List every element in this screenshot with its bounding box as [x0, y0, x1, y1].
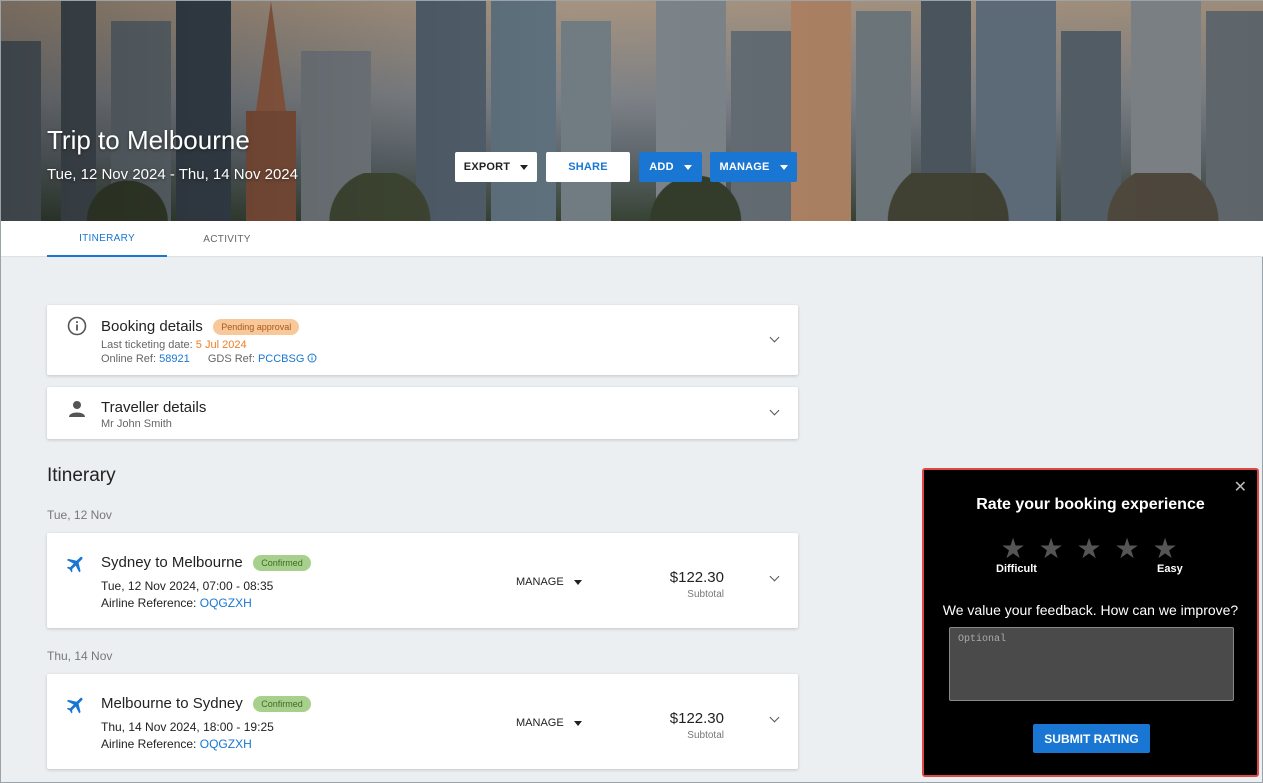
airline-ref-label: Airline Reference: — [101, 737, 197, 751]
refs-row: Online Ref: 58921 GDS Ref: PCCBSG — [101, 353, 317, 365]
airline-ref-link[interactable]: OQGZXH — [200, 596, 252, 610]
airplane-icon — [66, 556, 83, 573]
close-icon[interactable]: ✕ — [1234, 477, 1247, 497]
segment-price: $122.30 — [669, 710, 724, 727]
rating-title: Rate your booking experience — [976, 496, 1205, 513]
star-4-icon[interactable]: ★ — [1114, 535, 1140, 563]
flight-segment-card[interactable]: Sydney to Melbourne Confirmed Tue, 12 No… — [47, 533, 798, 628]
export-button-label: EXPORT — [463, 161, 511, 173]
flight-segment-card[interactable]: Melbourne to Sydney Confirmed Thu, 14 No… — [47, 674, 798, 769]
rating-panel: ✕ Rate your booking experience ★ ★ ★ ★ ★… — [922, 468, 1259, 777]
person-icon — [69, 401, 85, 417]
last-ticketing-date: 5 Jul 2024 — [195, 339, 247, 351]
add-button-label: ADD — [649, 161, 674, 173]
caret-down-icon — [520, 164, 529, 170]
airline-ref-label: Airline Reference: — [101, 596, 197, 610]
manage-trip-button-label: MANAGE — [719, 161, 770, 173]
trip-title: Trip to Melbourne — [47, 125, 250, 155]
day-label: Tue, 12 Nov — [47, 508, 112, 522]
gds-ref-label: GDS Ref: — [207, 353, 255, 365]
segment-subtotal-label: Subtotal — [687, 589, 724, 600]
caret-down-icon — [779, 164, 788, 170]
hero-banner: Trip to Melbourne Tue, 12 Nov 2024 - Thu… — [1, 1, 1263, 221]
airplane-icon — [66, 697, 83, 714]
caret-down-icon — [573, 720, 582, 726]
day-label: Thu, 14 Nov — [47, 649, 113, 663]
add-button[interactable]: ADD — [639, 152, 702, 182]
feedback-textarea[interactable]: Optional — [949, 627, 1234, 701]
rating-high-label: Easy — [1157, 563, 1183, 575]
caret-down-icon — [573, 579, 582, 585]
hero-overlay — [1, 1, 1263, 221]
airline-ref-row: Airline Reference: OQGZXH — [101, 737, 252, 751]
traveller-details-card[interactable]: Traveller details Mr John Smith — [47, 387, 798, 439]
traveller-name: Mr John Smith — [101, 418, 172, 430]
star-rating: ★ ★ ★ ★ ★ — [1000, 535, 1178, 563]
flight-route: Melbourne to Sydney — [101, 695, 243, 712]
rating-low-label: Difficult — [996, 563, 1037, 575]
segment-price: $122.30 — [669, 569, 724, 586]
star-1-icon[interactable]: ★ — [1000, 535, 1026, 563]
feedback-question: We value your feedback. How can we impro… — [942, 602, 1239, 618]
flight-route: Sydney to Melbourne — [101, 554, 243, 571]
airline-ref-row: Airline Reference: OQGZXH — [101, 596, 252, 610]
traveller-details-title: Traveller details — [101, 399, 207, 416]
booking-details-card[interactable]: Booking details Pending approval Last ti… — [47, 305, 798, 375]
airline-ref-link[interactable]: OQGZXH — [200, 737, 252, 751]
star-5-icon[interactable]: ★ — [1152, 535, 1178, 563]
confirmed-status-badge: Confirmed — [253, 554, 311, 571]
info-icon — [67, 316, 87, 336]
tab-activity[interactable]: ACTIVITY — [167, 221, 287, 257]
chevron-down-icon[interactable] — [769, 332, 780, 343]
segment-manage-label: MANAGE — [516, 576, 564, 588]
chevron-down-icon[interactable] — [769, 405, 780, 416]
share-button-label: SHARE — [568, 161, 608, 173]
flight-datetime: Thu, 14 Nov 2024, 18:00 - 19:25 — [101, 720, 274, 734]
gds-ref-link[interactable]: PCCBSG — [258, 353, 304, 365]
manage-trip-button[interactable]: MANAGE — [710, 152, 797, 182]
online-ref-link[interactable]: 58921 — [159, 353, 190, 365]
star-2-icon[interactable]: ★ — [1038, 535, 1064, 563]
booking-details-title: Booking details — [101, 318, 203, 335]
star-3-icon[interactable]: ★ — [1076, 535, 1102, 563]
share-button[interactable]: SHARE — [546, 152, 630, 182]
gds-info-icon[interactable] — [307, 353, 317, 363]
trip-dates: Tue, 12 Nov 2024 - Thu, 14 Nov 2024 — [47, 166, 298, 183]
chevron-down-icon[interactable] — [769, 712, 780, 723]
last-ticketing-label: Last ticketing date: — [101, 339, 193, 351]
export-button[interactable]: EXPORT — [455, 152, 537, 182]
last-ticketing-row: Last ticketing date: 5 Jul 2024 — [101, 339, 247, 351]
pending-status-badge: Pending approval — [213, 318, 300, 335]
caret-down-icon — [683, 164, 692, 170]
tab-itinerary[interactable]: ITINERARY — [47, 221, 167, 257]
itinerary-heading: Itinerary — [47, 465, 116, 486]
chevron-down-icon[interactable] — [769, 571, 780, 582]
segment-subtotal-label: Subtotal — [687, 730, 724, 741]
submit-rating-button[interactable]: SUBMIT RATING — [1033, 724, 1150, 753]
segment-manage-button[interactable]: MANAGE — [516, 576, 582, 588]
segment-manage-button[interactable]: MANAGE — [516, 717, 582, 729]
flight-datetime: Tue, 12 Nov 2024, 07:00 - 08:35 — [101, 579, 274, 593]
segment-manage-label: MANAGE — [516, 717, 564, 729]
tab-bar: ITINERARY ACTIVITY — [1, 221, 1263, 257]
confirmed-status-badge: Confirmed — [253, 695, 311, 712]
online-ref-label: Online Ref: — [101, 353, 157, 365]
